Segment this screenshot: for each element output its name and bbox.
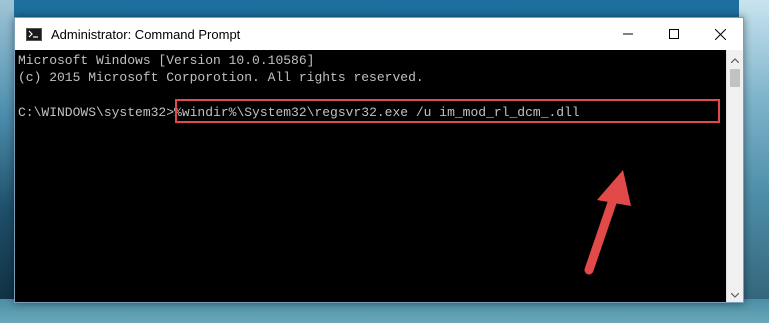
maximize-icon: [669, 29, 679, 39]
console-output[interactable]: Microsoft Windows [Version 10.0.10586] (…: [15, 50, 726, 302]
close-button[interactable]: [697, 18, 743, 50]
title-bar[interactable]: Administrator: Command Prompt: [15, 18, 743, 50]
console-line-version: Microsoft Windows [Version 10.0.10586]: [18, 53, 315, 68]
cmd-icon: [26, 27, 42, 41]
window-title: Administrator: Command Prompt: [51, 26, 241, 42]
scroll-up-button[interactable]: [727, 50, 743, 67]
command-prompt-path: C:\WINDOWS\system32>: [18, 105, 175, 120]
minimize-button[interactable]: [605, 18, 651, 50]
window-controls: [605, 18, 743, 50]
minimize-icon: [623, 29, 633, 39]
command-prompt-window: Administrator: Command Prompt Microsoft …: [14, 17, 744, 303]
desktop-background-left: [0, 0, 14, 323]
red-arrow-icon: [520, 150, 637, 302]
close-icon: [714, 28, 726, 40]
chevron-down-icon: [730, 285, 740, 303]
command-highlight-box: [175, 99, 720, 123]
scroll-down-button[interactable]: [727, 285, 743, 302]
vertical-scrollbar[interactable]: [726, 50, 743, 302]
scroll-thumb[interactable]: [730, 69, 740, 87]
chevron-up-icon: [730, 50, 740, 68]
maximize-button[interactable]: [651, 18, 697, 50]
console-line-copyright: (c) 2015 Microsoft Corporotion. All righ…: [18, 70, 424, 85]
